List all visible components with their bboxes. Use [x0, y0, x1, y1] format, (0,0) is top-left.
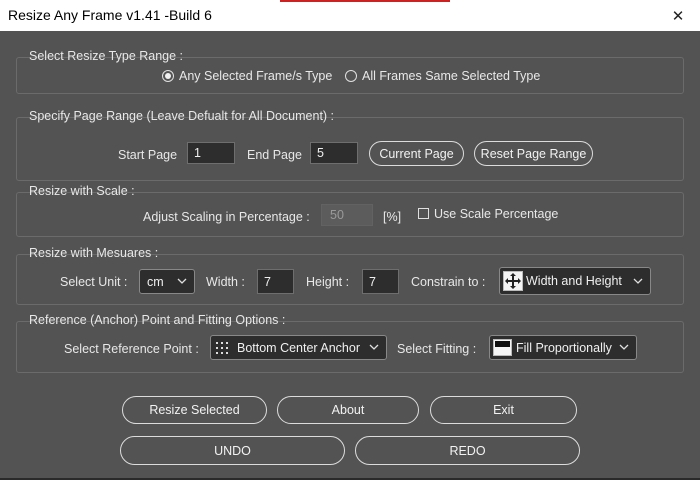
reference-point-label: Select Reference Point : — [64, 342, 199, 356]
select-fitting-label: Select Fitting : — [397, 342, 477, 356]
height-input[interactable]: 7 — [362, 269, 399, 294]
group-title-resize-type: Select Resize Type Range : — [29, 49, 184, 63]
reference-group: Reference (Anchor) Point and Fitting Opt… — [16, 313, 684, 373]
resize-selected-button[interactable]: Resize Selected — [122, 396, 267, 424]
start-page-input[interactable]: 1 — [187, 142, 235, 164]
chevron-down-icon — [369, 344, 379, 350]
fill-frame-icon — [493, 339, 512, 356]
fitting-value: Fill Proportionally — [516, 341, 612, 355]
start-page-label: Start Page — [118, 148, 178, 162]
close-icon[interactable]: ✕ — [672, 7, 685, 25]
percent-unit-label: [%] — [383, 210, 402, 224]
radio-any-selected[interactable] — [162, 70, 174, 82]
reference-point-dropdown[interactable]: Bottom Center Anchor — [210, 335, 387, 360]
select-unit-label: Select Unit : — [60, 275, 128, 289]
group-title-reference: Reference (Anchor) Point and Fitting Opt… — [29, 313, 286, 327]
adjust-scaling-label: Adjust Scaling in Percentage : — [143, 210, 310, 224]
measures-group: Resize with Mesuares : Select Unit : cm … — [16, 246, 684, 305]
height-label: Height : — [306, 275, 350, 289]
chevron-down-icon — [177, 278, 187, 284]
group-title-scale: Resize with Scale : — [29, 184, 135, 198]
use-scale-label[interactable]: Use Scale Percentage — [434, 207, 558, 221]
reference-point-value: Bottom Center Anchor — [237, 341, 360, 355]
close-button[interactable]: ✕ — [656, 0, 700, 31]
chevron-down-icon — [633, 278, 643, 284]
arrows-move-icon — [503, 271, 523, 291]
radio-any-selected-label[interactable]: Any Selected Frame/s Type — [179, 69, 332, 83]
radio-all-frames[interactable] — [345, 70, 357, 82]
title-accent-line — [280, 0, 450, 2]
scale-percentage-input[interactable]: 50 — [321, 204, 373, 226]
resize-type-group: Select Resize Type Range : Any Selected … — [16, 49, 684, 94]
width-input[interactable]: 7 — [257, 269, 294, 294]
unit-dropdown-value: cm — [147, 275, 164, 289]
group-title-page-range: Specify Page Range (Leave Defualt for Al… — [29, 109, 335, 123]
redo-button[interactable]: REDO — [355, 436, 580, 465]
use-scale-checkbox[interactable] — [418, 208, 429, 219]
scale-group: Resize with Scale : Adjust Scaling in Pe… — [16, 184, 684, 237]
fitting-dropdown[interactable]: Fill Proportionally — [489, 335, 637, 360]
constrain-dropdown[interactable]: Width and Height — [499, 267, 651, 295]
title-bar: Resize Any Frame v1.41 -Build 6 ✕ — [0, 0, 700, 31]
chevron-down-icon — [619, 344, 629, 350]
page-range-group: Specify Page Range (Leave Defualt for Al… — [16, 109, 684, 181]
end-page-label: End Page — [247, 148, 302, 162]
exit-button[interactable]: Exit — [430, 396, 577, 424]
window-title: Resize Any Frame v1.41 -Build 6 — [8, 7, 212, 23]
group-title-measures: Resize with Mesuares : — [29, 246, 159, 260]
unit-dropdown[interactable]: cm — [139, 269, 195, 294]
anchor-grid-icon — [216, 342, 228, 354]
constrain-label: Constrain to : — [411, 275, 486, 289]
end-page-input[interactable]: 5 — [310, 142, 358, 164]
about-button[interactable]: About — [277, 396, 419, 424]
current-page-button[interactable]: Current Page — [369, 141, 464, 166]
undo-button[interactable]: UNDO — [120, 436, 345, 465]
radio-all-frames-label[interactable]: All Frames Same Selected Type — [362, 69, 540, 83]
reset-page-range-button[interactable]: Reset Page Range — [474, 141, 593, 166]
constrain-dropdown-value: Width and Height — [526, 274, 622, 288]
width-label: Width : — [206, 275, 245, 289]
